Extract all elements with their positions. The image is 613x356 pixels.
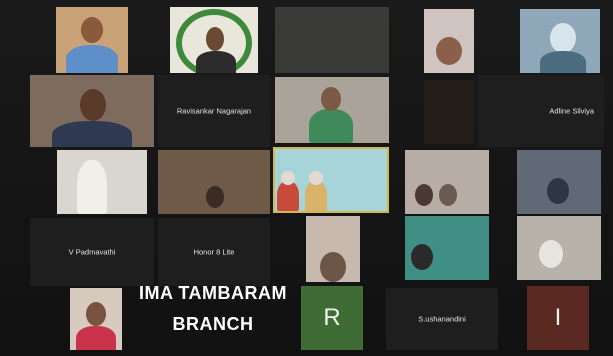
video-tile-padmavathi[interactable]: V Padmavathi <box>30 218 154 286</box>
caption-line-2: BRANCH <box>172 314 254 334</box>
video-tile-teal-room[interactable] <box>405 216 489 280</box>
video-tile-lab-coat[interactable] <box>517 150 601 214</box>
video-tile-honor[interactable]: Honor 8 Lite <box>158 218 270 286</box>
video-tile-camera-off[interactable] <box>275 7 389 73</box>
video-tile-avatar-r[interactable]: R <box>301 286 363 350</box>
video-tile-avatar-i[interactable]: I <box>527 286 589 350</box>
video-tile-man-in-suit[interactable] <box>56 7 128 73</box>
participant-name: Adline Silviya <box>549 106 594 116</box>
participant-name: V Padmavathi <box>68 247 116 257</box>
video-tile-masked-participant[interactable] <box>424 9 474 73</box>
video-tile-dark-room[interactable] <box>424 80 474 144</box>
overlay-caption: IMA TAMBARAM BRANCH <box>128 283 298 335</box>
video-tile-ravisankar[interactable]: Ravisankar Nagarajan <box>158 75 270 147</box>
video-tile-emblem-background[interactable] <box>170 7 258 73</box>
video-tile-window-light[interactable] <box>57 150 147 214</box>
video-tile-hospital-staff[interactable] <box>275 77 389 143</box>
video-tile-close-up[interactable] <box>306 216 360 282</box>
video-tile-group-masked[interactable] <box>405 150 489 214</box>
video-tile-ushanandini[interactable]: S.ushanandini <box>386 288 498 350</box>
participant-name: Ravisankar Nagarajan <box>176 106 252 116</box>
caption-line-1: IMA TAMBARAM <box>139 283 287 303</box>
video-tile-woman-portrait[interactable] <box>70 288 122 350</box>
video-tile-ceiling-view[interactable] <box>517 216 601 280</box>
video-tile-adline[interactable]: Adline Silviya <box>478 75 604 147</box>
video-tile-room-interior[interactable] <box>158 150 270 214</box>
participant-name: S.ushanandini <box>418 314 466 324</box>
video-call-gallery: Ravisankar Nagarajan Adline Silviya V Pa… <box>0 0 613 356</box>
avatar-letter: R <box>323 304 341 331</box>
participant-name: Honor 8 Lite <box>193 247 235 257</box>
avatar-letter: I <box>554 304 562 331</box>
video-tile-active-speaker[interactable] <box>273 147 389 213</box>
video-tile-man-in-room[interactable] <box>30 75 154 147</box>
video-tile-surgical-cap[interactable] <box>520 9 600 73</box>
